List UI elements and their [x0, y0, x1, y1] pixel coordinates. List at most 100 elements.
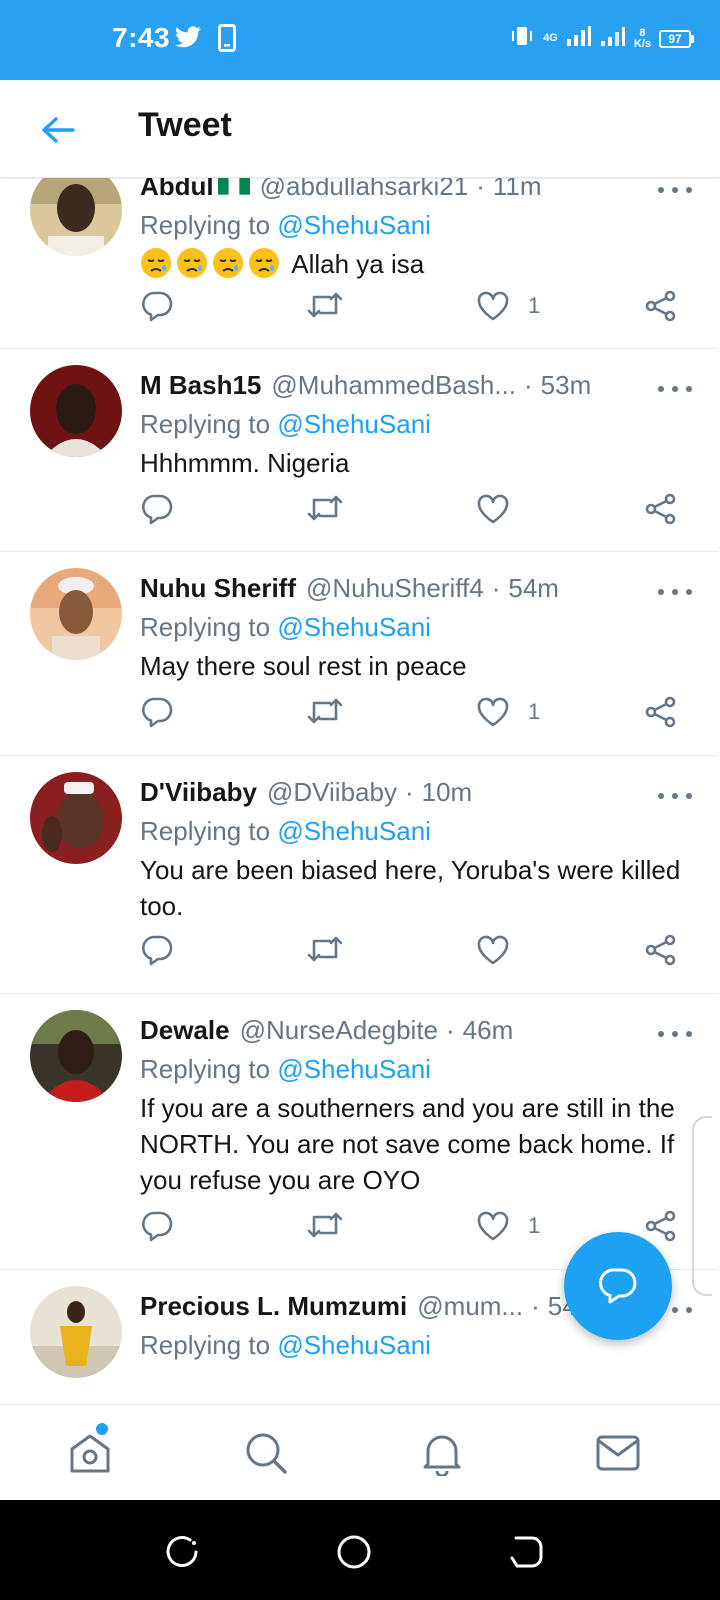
compose-reply-button[interactable] [564, 1232, 672, 1340]
author-name[interactable]: D'Viibaby [140, 772, 257, 812]
tweet-item[interactable]: Nuhu Sheriff @NuhuSheriff4 · 54m Replyin… [0, 552, 718, 756]
share-button[interactable] [644, 493, 678, 525]
share-icon [645, 1210, 676, 1242]
recent-apps-button[interactable] [164, 1534, 200, 1570]
mail-icon [596, 1435, 640, 1471]
avatar[interactable] [30, 772, 122, 864]
tweet-text: Hhhmmm. Nigeria [140, 448, 350, 478]
author-handle: @DViibaby [266, 777, 397, 807]
tweet-header: Abdul @abdullahsarki21 · 11m [140, 178, 684, 206]
author-handle: @mum... [417, 1291, 524, 1321]
bell-icon [423, 1435, 461, 1476]
avatar[interactable] [30, 568, 122, 660]
comment-icon [142, 291, 173, 322]
retweet-button[interactable] [306, 934, 344, 964]
tweet-body: D'Viibaby @DViibaby · 10m Replying to @S… [140, 772, 684, 924]
tweet-header: D'Viibaby @DViibaby · 10m [140, 772, 684, 812]
mention-link[interactable]: @ShehuSani [277, 1054, 431, 1084]
replying-to: Replying to @ShehuSani [140, 612, 431, 642]
bottom-navigation [0, 1404, 720, 1500]
retweet-icon [307, 698, 343, 724]
retweet-button[interactable] [306, 1210, 344, 1240]
nav-notifications[interactable] [414, 1425, 470, 1481]
tweet-body: Abdul @abdullahsarki21 · 11m Replying to… [140, 178, 684, 282]
reply-button[interactable] [140, 934, 174, 966]
author-name[interactable]: Precious L. Mumzumi [140, 1286, 407, 1326]
vibrate-icon [509, 24, 535, 53]
reply-button[interactable] [140, 1210, 174, 1242]
like-button[interactable]: 1 [476, 696, 540, 728]
author-handle: @MuhammedBash... [271, 370, 516, 400]
author-handle: @NurseAdegbite [239, 1015, 438, 1045]
system-navigation-bar [0, 1500, 720, 1600]
reply-button[interactable] [140, 493, 174, 525]
mention-link[interactable]: @ShehuSani [277, 816, 431, 846]
tweet-item[interactable]: D'Viibaby @DViibaby · 10m Replying to @S… [0, 756, 718, 994]
avatar[interactable] [30, 1286, 122, 1378]
author-name[interactable]: Abdul [140, 178, 214, 206]
back-button[interactable] [38, 110, 78, 150]
tweet-actions [140, 934, 690, 974]
tweet-header: M Bash15 @MuhammedBash... · 53m [140, 365, 684, 405]
tweet-body: Nuhu Sheriff @NuhuSheriff4 · 54m Replyin… [140, 568, 684, 684]
reply-button[interactable] [140, 696, 174, 728]
tweet-item[interactable]: Dewale @NurseAdegbite · 46m Replying to … [0, 994, 718, 1270]
more-options-button[interactable] [658, 1024, 692, 1044]
author-name[interactable]: Dewale [140, 1010, 230, 1050]
more-options-button[interactable] [658, 379, 692, 399]
share-button[interactable] [644, 934, 678, 966]
back-system-button[interactable] [508, 1534, 544, 1570]
author-name[interactable]: Nuhu Sheriff [140, 568, 296, 608]
tweet-header: Dewale @NurseAdegbite · 46m [140, 1010, 684, 1050]
search-icon [246, 1433, 287, 1474]
more-options-button[interactable] [658, 180, 692, 200]
avatar[interactable] [30, 365, 122, 457]
like-button[interactable]: 1 [476, 1210, 540, 1242]
share-icon [645, 290, 676, 322]
mention-link[interactable]: @ShehuSani [277, 612, 431, 642]
network-type: 4G [543, 32, 558, 44]
retweet-button[interactable] [306, 696, 344, 726]
tweet-time: 46m [462, 1015, 514, 1045]
mention-link[interactable]: @ShehuSani [277, 210, 431, 240]
edge-panel-handle[interactable] [692, 1116, 712, 1296]
replies-feed[interactable]: Abdul @abdullahsarki21 · 11m Replying to… [0, 178, 720, 1404]
more-options-button[interactable] [658, 582, 692, 602]
share-button[interactable] [644, 1210, 678, 1242]
home-system-button[interactable] [336, 1534, 372, 1570]
mention-link[interactable]: @ShehuSani [277, 1330, 431, 1360]
share-icon [645, 493, 676, 525]
reply-button[interactable] [140, 290, 174, 322]
share-button[interactable] [644, 696, 678, 728]
like-button[interactable]: 1 [476, 290, 540, 322]
nav-messages[interactable] [590, 1425, 646, 1481]
share-icon [645, 934, 676, 966]
top-app-bar: Tweet [0, 80, 720, 178]
status-time: 7:43 [112, 22, 171, 53]
tweet-item[interactable]: M Bash15 @MuhammedBash... · 53m Replying… [0, 349, 718, 552]
tweet-item[interactable]: Abdul @abdullahsarki21 · 11m Replying to… [0, 178, 718, 349]
battery-level: 97 [659, 29, 691, 48]
retweet-button[interactable] [306, 493, 344, 523]
nav-home[interactable] [62, 1423, 118, 1481]
tweet-actions: 1 [140, 290, 690, 330]
mention-link[interactable]: @ShehuSani [277, 409, 431, 439]
nigeria-flag-icon [217, 178, 250, 195]
share-button[interactable] [644, 290, 678, 322]
tweet-time: 53m [540, 370, 592, 400]
home-icon [70, 1434, 110, 1473]
retweet-icon [307, 495, 343, 521]
author-name[interactable]: M Bash15 [140, 365, 261, 405]
share-icon [645, 696, 676, 728]
avatar[interactable] [30, 1010, 122, 1102]
retweet-icon [307, 1212, 343, 1238]
nav-search[interactable] [238, 1425, 294, 1481]
battery-icon: 97 [659, 29, 694, 48]
like-button[interactable] [476, 493, 528, 525]
circle-home-icon [337, 1535, 371, 1569]
like-button[interactable] [476, 934, 528, 966]
more-options-button[interactable] [658, 786, 692, 806]
avatar[interactable] [30, 178, 122, 256]
tweet-text: If you are a southerners and you are sti… [140, 1093, 675, 1195]
retweet-button[interactable] [306, 290, 344, 320]
